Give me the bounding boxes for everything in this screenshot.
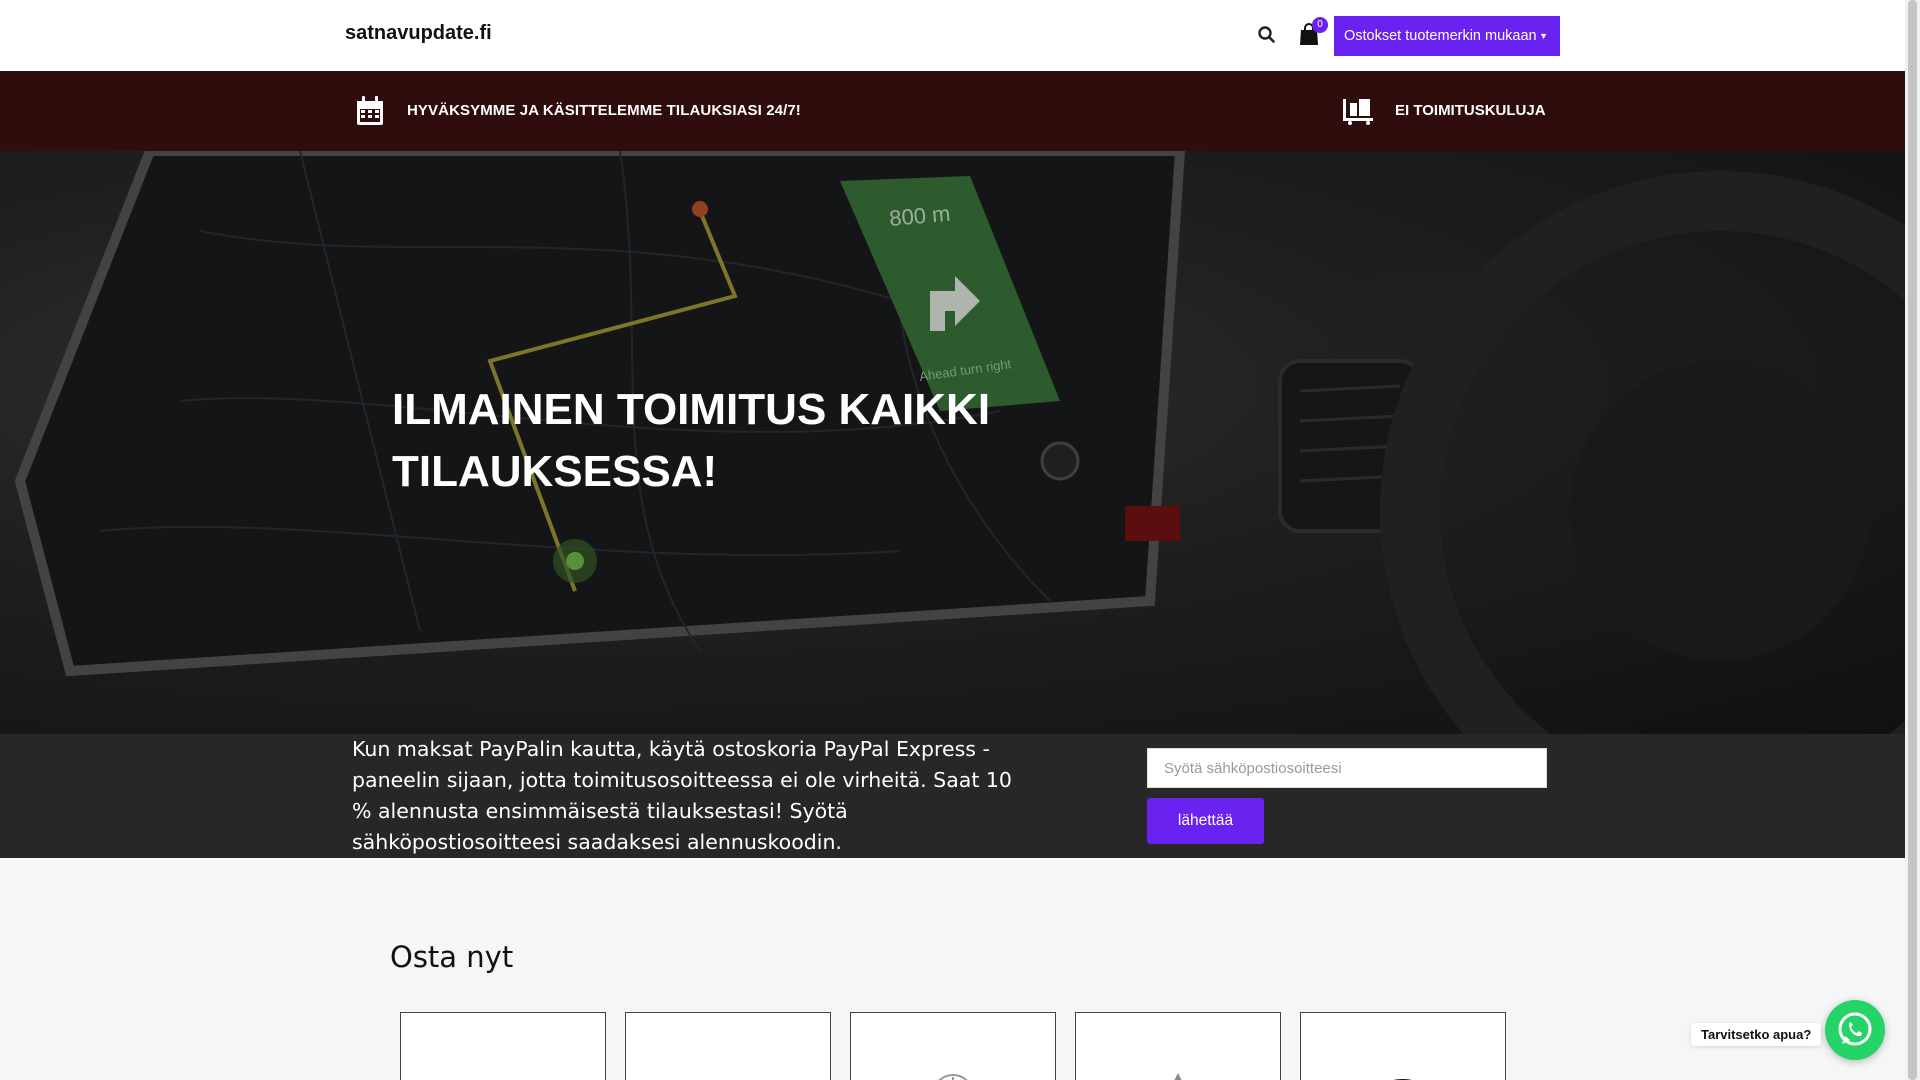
whatsapp-help-label[interactable]: Tarvitsetko apua? <box>1691 1023 1822 1046</box>
whatsapp-chat-button[interactable] <box>1825 1000 1885 1060</box>
page-scrollbar[interactable] <box>1905 0 1920 1080</box>
whatsapp-icon <box>1838 1012 1872 1046</box>
shop-by-brand-dropdown[interactable]: Ostokset tuotemerkin mukaan ▼ <box>1334 16 1560 56</box>
order-processing-text: HYVÄKSYMME JA KÄSITTELEMME TILAUKSIASI 2… <box>407 102 801 119</box>
shop-by-brand-label: Ostokset tuotemerkin mukaan <box>1344 28 1537 44</box>
submit-email-button[interactable]: lähettää <box>1147 798 1264 844</box>
info-bar: HYVÄKSYMME JA KÄSITTELEMME TILAUKSIASI 2… <box>0 71 1905 151</box>
newsletter-description: Kun maksat PayPalin kautta, käytä ostosk… <box>352 737 1012 854</box>
page: satnavupdate.fi 0 Ostokset tuotemerkin m… <box>0 0 1920 1080</box>
brand-card-list <box>400 1012 1510 1080</box>
brand-logo-icon <box>473 1069 533 1080</box>
email-field[interactable] <box>1147 748 1547 788</box>
hero-banner: 800 m Ahead turn right ILMAINEN TOIMITUS… <box>0 151 1905 734</box>
brand-card[interactable] <box>625 1012 831 1080</box>
scrollbar-thumb[interactable] <box>1908 0 1917 1080</box>
site-logo[interactable]: satnavupdate.fi <box>345 22 492 45</box>
caret-down-icon: ▼ <box>1539 31 1548 41</box>
brand-card[interactable] <box>850 1012 1056 1080</box>
search-icon <box>1258 26 1275 43</box>
free-shipping-text: EI TOIMITUSKULUJA <box>1395 102 1546 119</box>
brand-card[interactable] <box>1300 1012 1506 1080</box>
calendar-icon <box>357 96 383 125</box>
brand-logo-icon <box>1393 1079 1413 1080</box>
brand-logo-icon <box>708 1069 748 1080</box>
brand-logo-icon <box>1174 1073 1182 1080</box>
brand-card[interactable] <box>1075 1012 1281 1080</box>
brand-card[interactable] <box>400 1012 606 1080</box>
search-button[interactable] <box>1256 24 1278 46</box>
cart-count-badge: 0 <box>1312 17 1328 33</box>
delivery-cart-icon <box>1343 99 1373 125</box>
newsletter-section: Kun maksat PayPalin kautta, käytä ostosk… <box>0 734 1905 858</box>
shop-now-heading: Osta nyt <box>390 940 514 974</box>
hero-title: ILMAINEN TOIMITUS KAIKKI TILAUKSESSA! <box>392 385 991 496</box>
brand-logo-icon <box>938 1074 968 1080</box>
site-header: satnavupdate.fi 0 Ostokset tuotemerkin m… <box>0 0 1905 71</box>
